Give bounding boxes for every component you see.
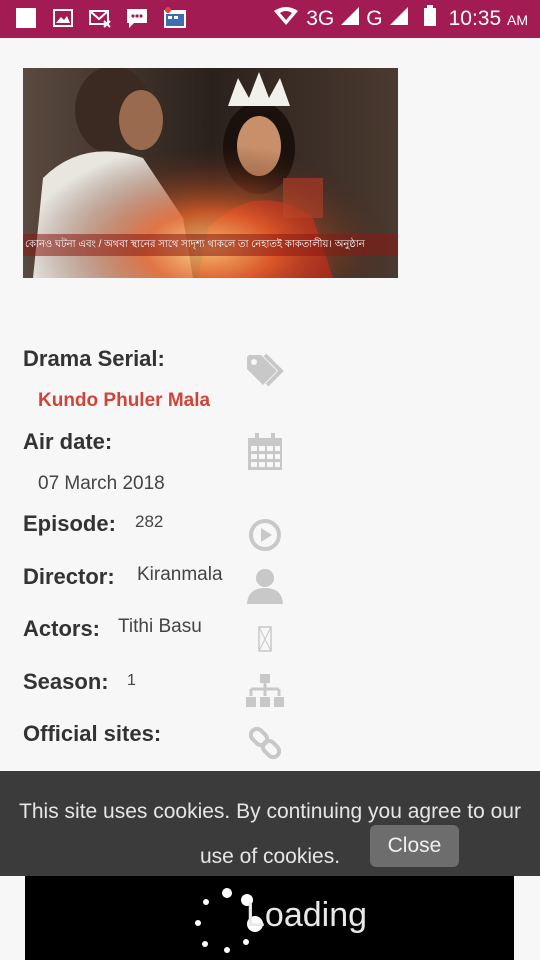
episode-value: 282 [135, 512, 164, 531]
video-thumbnail[interactable]: কোনও ঘটনা এবং / অথবা স্থানের সাথে সাদৃশ্… [23, 68, 398, 278]
square-icon [14, 7, 38, 29]
official-sites-label: Official sites: [23, 721, 162, 746]
director-label: Director: [23, 564, 115, 589]
season-value: 1 [127, 672, 136, 689]
tags-icon [245, 350, 285, 390]
episode-label: Episode: [23, 511, 116, 536]
link-icon [245, 723, 285, 763]
battery-icon [423, 5, 437, 33]
cookie-close-button[interactable]: Close [370, 825, 459, 867]
clock: 10:35 AM [448, 7, 528, 30]
cookie-text: This site uses cookies. By continuing yo… [19, 800, 521, 868]
network-type-g: G [366, 7, 383, 30]
missing-glyph-icon [245, 619, 285, 659]
calendar-icon [245, 432, 285, 472]
wifi-icon [272, 6, 300, 32]
sitemap-icon [245, 671, 285, 711]
season-label: Season: [23, 669, 109, 694]
loading-text: Loading [246, 896, 368, 934]
cookie-banner: This site uses cookies. By continuing yo… [0, 771, 540, 876]
chat-icon [125, 7, 149, 29]
calendar-icon [162, 7, 186, 29]
director-value: Kiranmala [137, 564, 223, 585]
actors-value: Tithi Basu [118, 616, 202, 637]
signal-icon [389, 6, 409, 32]
play-circle-icon [245, 515, 285, 555]
air-date-label: Air date: [23, 429, 113, 454]
drama-serial-label: Drama Serial: [23, 346, 165, 371]
drama-serial-link[interactable]: Kundo Phuler Mala [38, 390, 210, 412]
air-date-value: 07 March 2018 [38, 473, 165, 494]
video-subtitle: কোনও ঘটনা এবং / অথবা স্থানের সাথে সাদৃশ্… [25, 239, 365, 250]
user-icon [245, 566, 285, 606]
signal-icon [340, 6, 360, 32]
status-bar: 3G G 10:35 AM [0, 0, 540, 38]
network-type-3g: 3G [306, 7, 335, 30]
mail-icon [88, 7, 112, 29]
actors-label: Actors: [23, 616, 101, 641]
image-icon [51, 7, 75, 29]
loading-panel: Loading [25, 876, 514, 960]
